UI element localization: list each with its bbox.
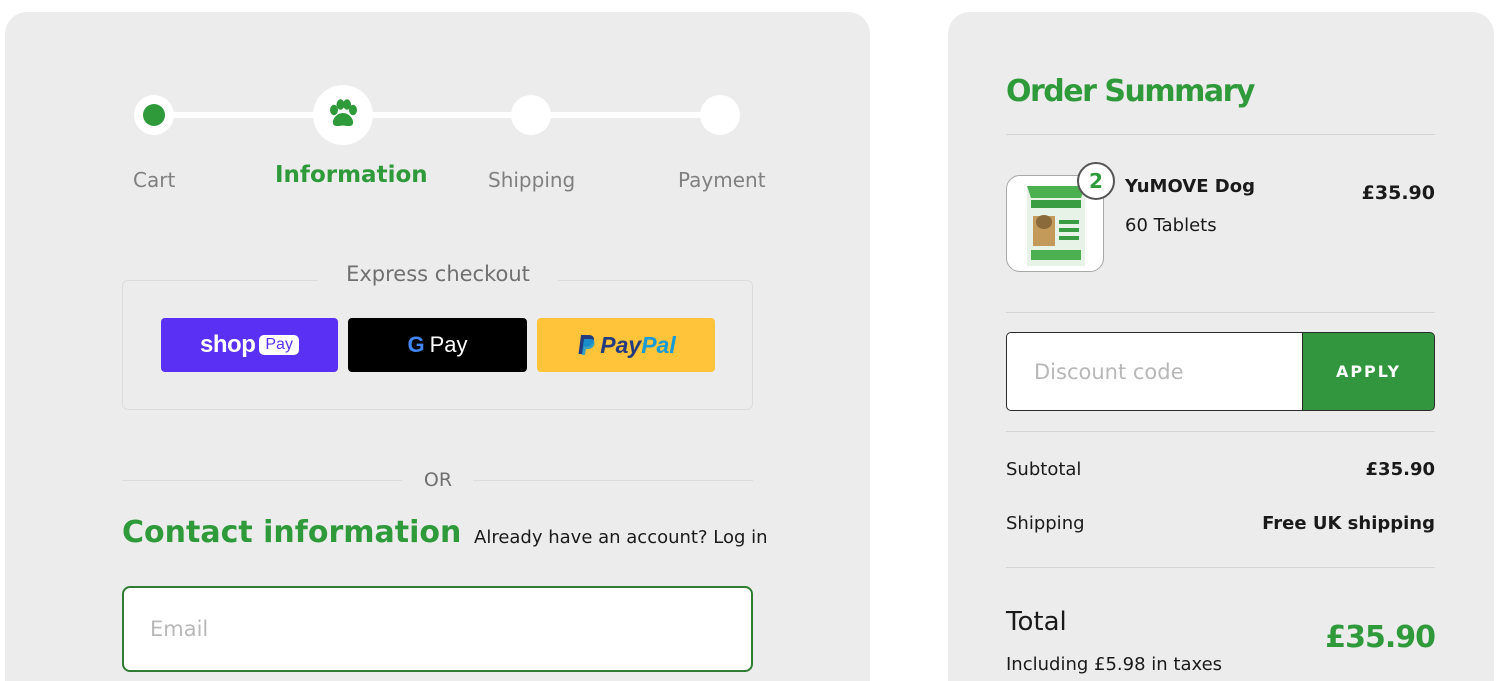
progress-track <box>154 112 722 118</box>
discount-code-input[interactable] <box>1006 332 1303 411</box>
or-separator-text: OR <box>423 469 453 491</box>
total-label: Total <box>1006 607 1067 637</box>
google-pay-button[interactable]: G Pay <box>348 318 527 372</box>
step-information-dot <box>313 85 373 145</box>
shipping-value: Free UK shipping <box>1262 513 1435 534</box>
login-link[interactable]: Log in <box>713 527 767 548</box>
google-pay-wordmark: Pay <box>429 332 468 357</box>
step-cart-label[interactable]: Cart <box>133 168 175 192</box>
apply-discount-button[interactable]: APPLY <box>1302 332 1435 411</box>
summary-divider <box>1006 567 1435 568</box>
google-g-icon: G <box>407 332 425 357</box>
paypal-button[interactable]: PayPal <box>537 318 715 372</box>
account-prompt: Already have an account? Log in <box>474 527 768 548</box>
shipping-label: Shipping <box>1006 513 1085 534</box>
or-divider-left <box>122 480 402 481</box>
paw-icon <box>330 99 357 127</box>
summary-divider <box>1006 431 1435 432</box>
step-complete-indicator <box>143 104 165 126</box>
shop-pay-wordmark: shop <box>200 331 256 358</box>
step-information-label: Information <box>275 162 428 188</box>
shop-pay-pill: Pay <box>259 335 299 355</box>
step-payment-dot <box>700 95 740 135</box>
subtotal-label: Subtotal <box>1006 459 1082 480</box>
email-field[interactable] <box>122 586 753 672</box>
account-prompt-text: Already have an account? <box>474 527 708 548</box>
step-cart-dot[interactable] <box>134 95 174 135</box>
shop-pay-button[interactable]: shop Pay <box>161 318 338 372</box>
step-payment-label: Payment <box>678 168 766 192</box>
order-summary-heading: Order Summary <box>1006 74 1255 109</box>
product-variant: 60 Tablets <box>1125 215 1217 236</box>
quantity-badge: 2 <box>1077 162 1115 200</box>
or-divider-right <box>473 480 753 481</box>
step-shipping-dot <box>511 95 551 135</box>
tax-note: Including £5.98 in taxes <box>1006 654 1223 675</box>
summary-divider <box>1006 312 1435 313</box>
contact-information-heading: Contact information <box>122 515 462 550</box>
paypal-wordmark: PayPal <box>600 331 676 358</box>
product-price: £35.90 <box>1361 182 1435 204</box>
paypal-p-icon <box>578 335 595 355</box>
step-shipping-label: Shipping <box>488 168 576 192</box>
total-value: £35.90 <box>1325 620 1436 655</box>
product-name: YuMOVE Dog <box>1125 176 1255 197</box>
express-checkout-title: Express checkout <box>318 262 558 286</box>
summary-divider <box>1006 134 1435 135</box>
subtotal-value: £35.90 <box>1365 459 1435 480</box>
